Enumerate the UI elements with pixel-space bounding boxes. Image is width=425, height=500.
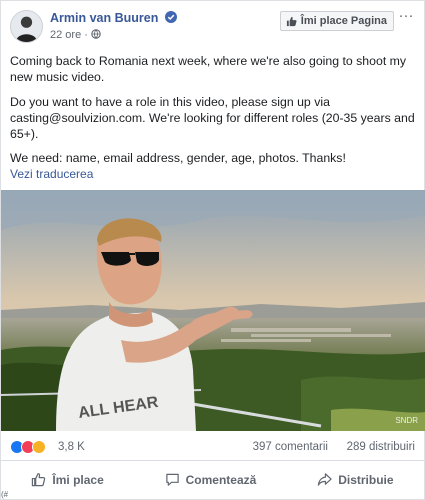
comment-button[interactable]: Comentează [155, 466, 267, 494]
page-name-text[interactable]: Armin van Buuren [50, 11, 158, 25]
reaction-icons[interactable] [10, 440, 46, 454]
public-globe-icon[interactable] [91, 29, 101, 39]
photo-watermark: SNDR [395, 416, 418, 425]
post-paragraph: Coming back to Romania next week, where … [10, 54, 407, 85]
page-name-link[interactable]: Armin van Buuren [50, 11, 177, 25]
post-paragraph: Do you want to have a role in this video… [10, 94, 415, 142]
share-button-label: Distribuie [338, 472, 394, 487]
like-page-label: Îmi place Pagina [300, 15, 387, 27]
wow-reaction-icon [32, 440, 46, 454]
share-button[interactable]: Distribuie [307, 466, 403, 494]
post-timestamp[interactable]: 22 ore [50, 29, 81, 41]
like-page-button[interactable]: Îmi place Pagina [279, 11, 394, 31]
reaction-count[interactable]: 3,8 K [58, 441, 85, 453]
thumbs-up-icon [286, 16, 297, 26]
like-button-label: Îmi place [52, 472, 104, 487]
page-avatar[interactable] [10, 10, 43, 43]
verified-badge-icon [164, 11, 177, 23]
comment-button-label: Comentează [185, 472, 257, 487]
corner-glyph: (# [1, 490, 9, 499]
like-button[interactable]: Îmi place [21, 466, 113, 494]
post-body: Coming back to Romania next week, where … [10, 53, 415, 175]
facebook-post-card: Armin van Buuren 22 ore · Îmi place Pagin… [0, 0, 425, 500]
thumbs-up-icon [32, 473, 46, 487]
comment-icon [165, 473, 179, 486]
more-options-button[interactable]: ··· [398, 8, 414, 27]
post-meta: 22 ore · [50, 29, 101, 41]
post-header: Armin van Buuren 22 ore · Îmi place Pagin… [1, 1, 424, 47]
photo-illustration: ALL HEAR [1, 190, 425, 431]
meta-separator: · [84, 29, 88, 41]
share-arrow-icon [317, 473, 332, 486]
post-paragraph: We need: name, email address, gender, ag… [10, 151, 346, 166]
reactions-summary: 3,8 K 397 comentarii 289 distribuiri [1, 433, 424, 461]
see-translation-link[interactable]: Vezi traducerea [10, 167, 93, 181]
comments-count[interactable]: 397 comentarii [253, 441, 328, 453]
shares-count[interactable]: 289 distribuiri [347, 441, 415, 453]
avatar-image [11, 11, 42, 42]
post-actions: Îmi place Comentează Distribuie [1, 462, 424, 497]
post-photo[interactable]: ALL HEAR SNDR [1, 190, 425, 431]
